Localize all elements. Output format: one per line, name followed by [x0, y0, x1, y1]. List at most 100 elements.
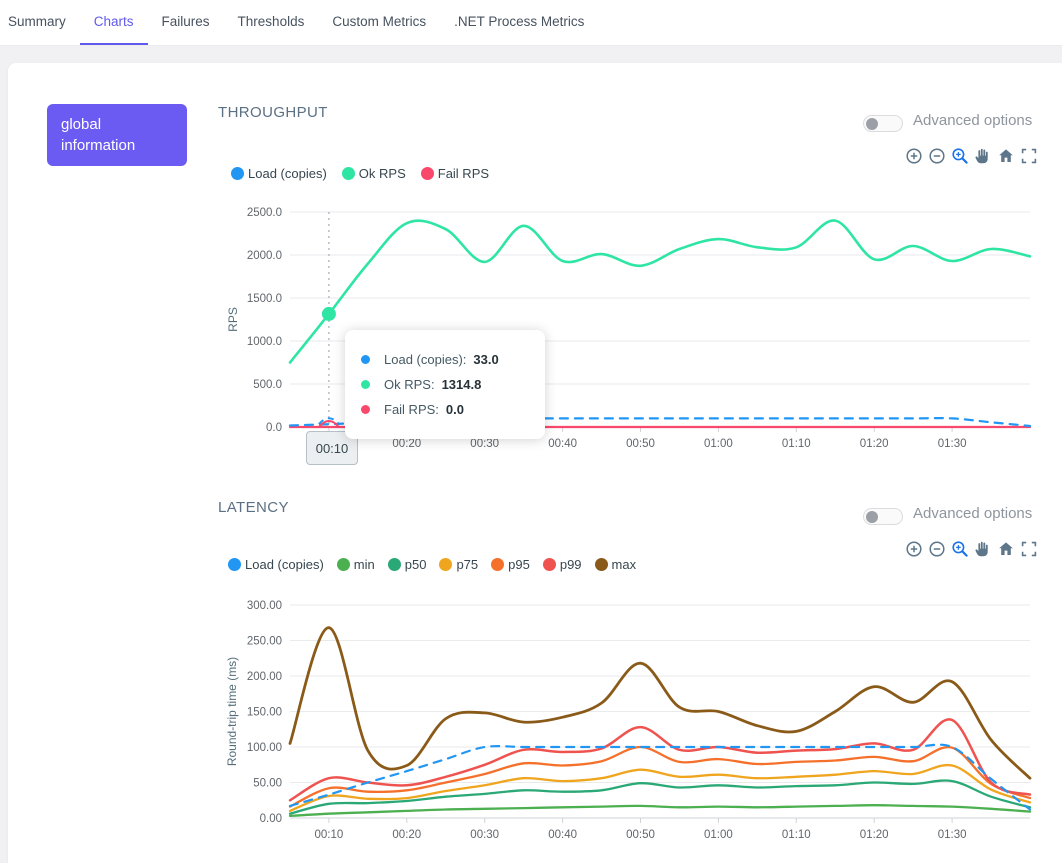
throughput-chart-toolbar [905, 147, 1038, 165]
svg-text:2500.0: 2500.0 [247, 207, 282, 219]
legend-marker [439, 558, 452, 571]
legend-label: p95 [508, 557, 530, 572]
home-icon[interactable] [997, 540, 1015, 558]
selection-zoom-icon[interactable] [951, 540, 969, 558]
tooltip-row: Ok RPS:1314.8 [361, 377, 529, 392]
svg-text:100.00: 100.00 [247, 742, 282, 754]
legend-label: p50 [405, 557, 427, 572]
tab-charts[interactable]: Charts [80, 0, 148, 45]
svg-text:250.00: 250.00 [247, 636, 282, 648]
tooltip-series-value: 0.0 [446, 402, 464, 417]
svg-text:00:40: 00:40 [548, 438, 577, 450]
chart-tooltip: Load (copies): 33.0 Ok RPS:1314.8 Fail RPS:… [345, 330, 545, 439]
svg-text:00:50: 00:50 [626, 438, 655, 450]
tooltip-series-label: Load (copies): [384, 352, 466, 367]
zoom-in-icon[interactable] [905, 540, 923, 558]
legend-marker [543, 558, 556, 571]
legend-marker [337, 558, 350, 571]
legend-item-p50[interactable]: p50 [388, 557, 427, 572]
home-icon[interactable] [997, 147, 1015, 165]
legend-item-min[interactable]: min [337, 557, 375, 572]
throughput-chart[interactable]: 0.0 500.0 1000.0 1500.0 2000.0 2500.0 00:20 00:… [220, 197, 1040, 467]
tooltip-series-marker [361, 380, 370, 389]
legend-item-load-copies-[interactable]: Load (copies) [228, 557, 324, 572]
legend-item-max[interactable]: max [595, 557, 637, 572]
legend-label: Fail RPS [438, 166, 489, 181]
legend-label: min [354, 557, 375, 572]
legend-item-p75[interactable]: p75 [439, 557, 478, 572]
legend-label: p99 [560, 557, 582, 572]
latency-chart-toolbar [905, 540, 1038, 558]
svg-text:2000.0: 2000.0 [247, 250, 282, 262]
tab--net-process-metrics[interactable]: .NET Process Metrics [440, 0, 598, 45]
legend-marker [231, 167, 244, 180]
svg-text:00:10: 00:10 [315, 829, 344, 841]
throughput-advanced-options-label: Advanced options [913, 112, 1032, 129]
svg-text:01:10: 01:10 [782, 829, 811, 841]
svg-text:0.00: 0.00 [260, 813, 282, 825]
tab-failures[interactable]: Failures [148, 0, 224, 45]
legend-label: max [612, 557, 637, 572]
svg-text:00:40: 00:40 [548, 829, 577, 841]
tooltip-series-marker [361, 405, 370, 414]
svg-text:01:20: 01:20 [860, 829, 889, 841]
throughput-legend: Load (copies) Ok RPS Fail RPS [231, 166, 489, 181]
svg-text:1000.0: 1000.0 [247, 336, 282, 348]
svg-text:150.00: 150.00 [247, 707, 282, 719]
legend-label: Load (copies) [245, 557, 324, 572]
latency-advanced-options-label: Advanced options [913, 505, 1032, 522]
tooltip-series-value: 1314.8 [442, 377, 482, 392]
legend-marker [388, 558, 401, 571]
throughput-advanced-options-toggle[interactable] [863, 115, 903, 132]
legend-item-p99[interactable]: p99 [543, 557, 582, 572]
legend-item-p95[interactable]: p95 [491, 557, 530, 572]
tab-bar: SummaryChartsFailuresThresholdsCustom Me… [0, 0, 1062, 46]
legend-marker [342, 167, 355, 180]
svg-text:01:10: 01:10 [782, 438, 811, 450]
legend-marker [595, 558, 608, 571]
svg-text:200.00: 200.00 [247, 671, 282, 683]
svg-text:Round-trip time (ms): Round-trip time (ms) [225, 657, 239, 766]
legend-item-ok-rps[interactable]: Ok RPS [342, 166, 406, 181]
tab-thresholds[interactable]: Thresholds [224, 0, 319, 45]
svg-text:00:20: 00:20 [392, 829, 421, 841]
tab-custom-metrics[interactable]: Custom Metrics [318, 0, 440, 45]
pan-icon[interactable] [974, 147, 992, 165]
pan-icon[interactable] [974, 540, 992, 558]
tooltip-series-label: Fail RPS: [384, 402, 439, 417]
zoom-in-icon[interactable] [905, 147, 923, 165]
latency-legend: Load (copies) min p50 p75 p95 p99 max [228, 557, 636, 572]
fullscreen-icon[interactable] [1020, 147, 1038, 165]
svg-text:50.00: 50.00 [253, 778, 282, 790]
svg-text:01:20: 01:20 [860, 438, 889, 450]
legend-label: p75 [456, 557, 478, 572]
svg-text:RPS: RPS [226, 307, 240, 332]
throughput-section-title: THROUGHPUT [218, 104, 328, 121]
svg-text:01:30: 01:30 [938, 438, 967, 450]
svg-text:500.0: 500.0 [253, 379, 282, 391]
latency-chart[interactable]: 0.00 50.00 100.00 150.00 200.00 250.00 300.00 0… [220, 593, 1040, 855]
svg-text:01:00: 01:00 [704, 829, 733, 841]
tooltip-row: Fail RPS: 0.0 [361, 402, 529, 417]
svg-text:0.0: 0.0 [266, 422, 282, 434]
latency-advanced-options-toggle[interactable] [863, 508, 903, 525]
svg-text:00:30: 00:30 [470, 438, 499, 450]
tab-summary[interactable]: Summary [0, 0, 80, 45]
global-information-button[interactable]: global information [47, 104, 187, 166]
tooltip-series-value: 33.0 [473, 352, 498, 367]
tooltip-series-marker [361, 355, 370, 364]
svg-text:300.00: 300.00 [247, 600, 282, 612]
legend-item-load-copies-[interactable]: Load (copies) [231, 166, 327, 181]
svg-text:00:50: 00:50 [626, 829, 655, 841]
svg-text:00:20: 00:20 [392, 438, 421, 450]
fullscreen-icon[interactable] [1020, 540, 1038, 558]
legend-label: Ok RPS [359, 166, 406, 181]
zoom-out-icon[interactable] [928, 540, 946, 558]
zoom-out-icon[interactable] [928, 147, 946, 165]
legend-marker [228, 558, 241, 571]
legend-marker [421, 167, 434, 180]
tooltip-row: Load (copies): 33.0 [361, 352, 529, 367]
svg-text:1500.0: 1500.0 [247, 293, 282, 305]
legend-item-fail-rps[interactable]: Fail RPS [421, 166, 489, 181]
selection-zoom-icon[interactable] [951, 147, 969, 165]
